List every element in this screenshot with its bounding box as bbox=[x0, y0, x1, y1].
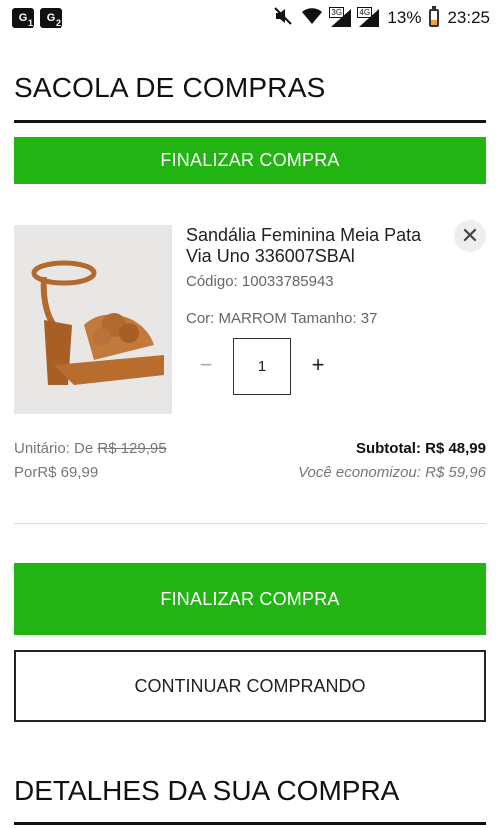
product-image bbox=[14, 225, 172, 414]
quantity-decrease-button[interactable]: − bbox=[194, 352, 218, 378]
clock: 23:25 bbox=[447, 8, 490, 27]
unit-price: Unitário: De R$ 129,95 bbox=[14, 440, 167, 457]
remove-item-button[interactable]: ✕ bbox=[454, 220, 486, 252]
battery-percent: 13% bbox=[387, 8, 422, 27]
status-right: 3G 4G 13% 23:25 bbox=[273, 6, 490, 31]
status-bar: G1 G2 3G 4G 13% 23:25 bbox=[0, 0, 500, 36]
product-name[interactable]: Sandália Feminina Meia Pata Via Uno 3360… bbox=[186, 225, 436, 267]
continue-shopping-button[interactable]: CONTINUAR COMPRANDO bbox=[14, 650, 486, 722]
divider bbox=[14, 523, 486, 524]
details-underline bbox=[14, 822, 486, 825]
mute-icon bbox=[273, 6, 293, 31]
old-price: R$ 129,95 bbox=[97, 440, 167, 457]
savings: Você economizou: R$ 59,96 bbox=[298, 464, 486, 481]
unit-label: Unitário: De bbox=[14, 440, 98, 457]
checkout-button-top[interactable]: FINALIZAR COMPRA bbox=[14, 137, 486, 184]
sim2-icon: G2 bbox=[40, 8, 62, 28]
checkout-button[interactable]: FINALIZAR COMPRA bbox=[14, 563, 486, 635]
signal-4g-icon: 4G bbox=[357, 7, 380, 27]
subtotal: Subtotal: R$ 48,99 bbox=[355, 440, 486, 457]
battery-icon bbox=[429, 6, 440, 27]
quantity-increase-button[interactable]: + bbox=[306, 352, 330, 378]
page-title: SACOLA DE COMPRAS bbox=[14, 72, 326, 103]
wifi-icon bbox=[301, 7, 323, 30]
signal-3g-icon: 3G bbox=[329, 7, 352, 27]
title-underline bbox=[14, 120, 486, 123]
quantity-input[interactable]: 1 bbox=[233, 338, 291, 395]
purchase-details-title: DETALHES DA SUA COMPRA bbox=[14, 775, 400, 806]
sim1-icon: G1 bbox=[12, 8, 34, 28]
product-code: Código: 10033785943 bbox=[186, 273, 334, 290]
sim-indicators: G1 G2 bbox=[12, 8, 62, 28]
new-price: PorR$ 69,99 bbox=[14, 464, 99, 481]
product-variant: Cor: MARROM Tamanho: 37 bbox=[186, 310, 378, 327]
